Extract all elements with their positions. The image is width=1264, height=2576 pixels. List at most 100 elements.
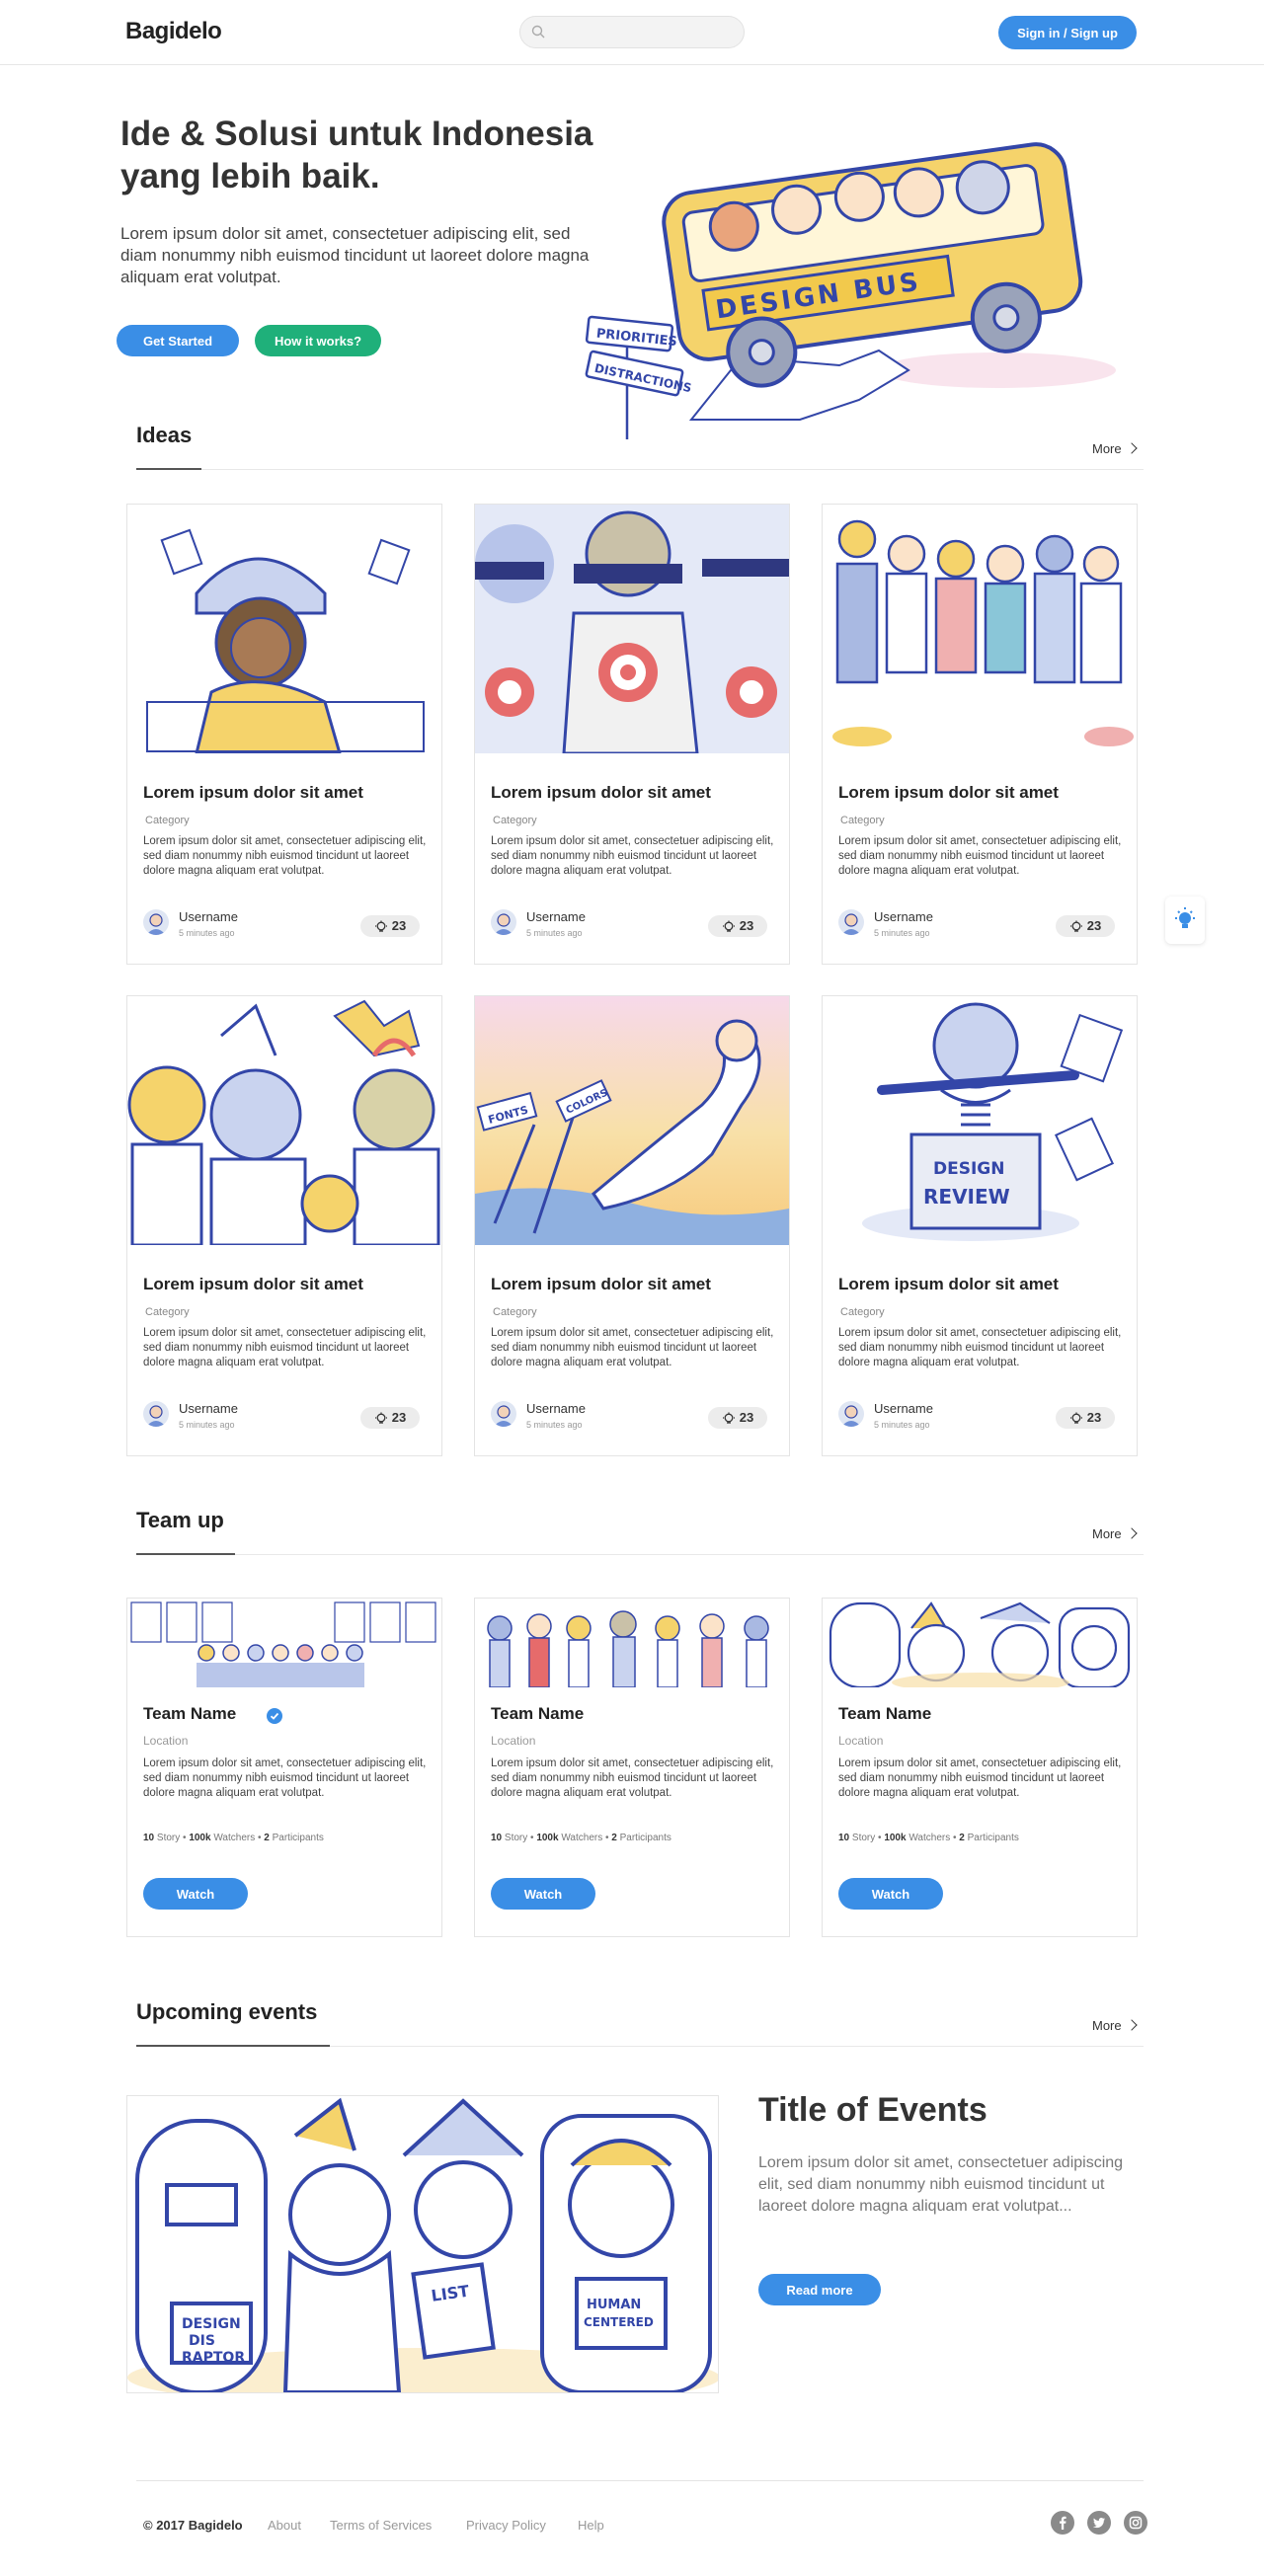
facebook-icon[interactable]	[1051, 2511, 1074, 2535]
svg-text:RAPTOR: RAPTOR	[182, 2350, 245, 2366]
events-title-underline	[136, 2045, 330, 2047]
like-button[interactable]: 23	[360, 1407, 420, 1429]
like-count: 23	[739, 1410, 754, 1426]
event-title[interactable]: Title of Events	[758, 2091, 988, 2130]
idea-card[interactable]: DESIGN REVIEW Lorem ipsum dolor sit amet …	[822, 995, 1138, 1456]
like-count: 23	[1086, 1410, 1102, 1426]
username[interactable]: Username	[526, 909, 586, 924]
read-more-button[interactable]: Read more	[758, 2274, 881, 2305]
signin-button[interactable]: Sign in / Sign up	[998, 16, 1137, 49]
lightbulb-icon	[374, 1412, 387, 1424]
idea-card-image	[127, 996, 441, 1245]
username[interactable]: Username	[179, 909, 238, 924]
like-button[interactable]: 23	[1056, 1407, 1115, 1429]
idea-card-category[interactable]: Category	[840, 815, 885, 826]
watch-button[interactable]: Watch	[143, 1878, 248, 1910]
idea-card-title[interactable]: Lorem ipsum dolor sit amet	[143, 783, 363, 803]
floating-idea-button[interactable]	[1165, 897, 1205, 944]
team-card-image	[823, 1599, 1137, 1687]
idea-card-category[interactable]: Category	[493, 815, 537, 826]
avatar[interactable]	[838, 909, 864, 935]
idea-card-title[interactable]: Lorem ipsum dolor sit amet	[491, 1275, 711, 1294]
twitter-icon[interactable]	[1087, 2511, 1111, 2535]
like-button[interactable]: 23	[1056, 915, 1115, 937]
like-button[interactable]: 23	[360, 915, 420, 937]
watch-button[interactable]: Watch	[491, 1878, 595, 1910]
idea-card-category[interactable]: Category	[145, 815, 190, 826]
post-time: 5 minutes ago	[874, 928, 930, 938]
team-card-image	[127, 1599, 441, 1687]
footer-link-privacy[interactable]: Privacy Policy	[466, 2518, 546, 2533]
instagram-icon[interactable]	[1124, 2511, 1147, 2535]
username[interactable]: Username	[874, 1401, 933, 1416]
logo[interactable]: Bagidelo	[125, 18, 222, 45]
idea-card[interactable]: Lorem ipsum dolor sit amet Category Lore…	[822, 504, 1138, 965]
avatar[interactable]	[143, 909, 169, 935]
lightbulb-icon	[374, 920, 387, 932]
post-time: 5 minutes ago	[179, 928, 235, 938]
username[interactable]: Username	[526, 1401, 586, 1416]
chevron-right-icon	[1125, 2019, 1138, 2031]
get-started-button[interactable]: Get Started	[117, 325, 239, 356]
svg-text:DESIGN: DESIGN	[933, 1159, 1004, 1179]
team-card[interactable]: Team Name Location Lorem ipsum dolor sit…	[474, 1598, 790, 1937]
idea-card[interactable]: Lorem ipsum dolor sit amet Category Lore…	[474, 504, 790, 965]
idea-card-title[interactable]: Lorem ipsum dolor sit amet	[491, 783, 711, 803]
idea-card-description: Lorem ipsum dolor sit amet, consectetuer…	[143, 1327, 427, 1368]
team-name[interactable]: Team Name	[838, 1704, 931, 1724]
more-label: More	[1092, 441, 1122, 456]
footer-link-terms[interactable]: Terms of Services	[330, 2518, 432, 2533]
team-card[interactable]: Team Name Location Lorem ipsum dolor sit…	[126, 1598, 442, 1937]
idea-card-title[interactable]: Lorem ipsum dolor sit amet	[838, 1275, 1059, 1294]
watchers-label: Watchers	[213, 1833, 256, 1843]
story-label: Story	[156, 1833, 181, 1843]
team-description: Lorem ipsum dolor sit amet, consectetuer…	[838, 1757, 1122, 1799]
idea-card-image: FONTS COLORS	[475, 996, 789, 1245]
avatar[interactable]	[143, 1401, 169, 1427]
team-stats: 10 Story • 100k Watchers • 2 Participant…	[491, 1833, 672, 1843]
idea-card-category[interactable]: Category	[493, 1306, 537, 1318]
search-input[interactable]	[552, 23, 735, 42]
like-count: 23	[391, 918, 407, 934]
ideas-more-link[interactable]: More	[1092, 441, 1138, 456]
team-card[interactable]: Team Name Location Lorem ipsum dolor sit…	[822, 1598, 1138, 1937]
idea-card-category[interactable]: Category	[145, 1306, 190, 1318]
how-it-works-button[interactable]: How it works?	[255, 325, 381, 356]
idea-card-title[interactable]: Lorem ipsum dolor sit amet	[143, 1275, 363, 1294]
like-button[interactable]: 23	[708, 915, 767, 937]
events-more-link[interactable]: More	[1092, 2018, 1138, 2033]
svg-text:DIS: DIS	[189, 2333, 215, 2349]
idea-card-title[interactable]: Lorem ipsum dolor sit amet	[838, 783, 1059, 803]
search-box[interactable]	[519, 16, 745, 48]
top-navbar: Bagidelo Sign in / Sign up	[0, 0, 1264, 65]
like-count: 23	[1086, 918, 1102, 934]
idea-card[interactable]: FONTS COLORS Lorem ipsum dolor sit amet C…	[474, 995, 790, 1456]
team-location: Location	[838, 1734, 884, 1748]
team-name[interactable]: Team Name	[143, 1704, 236, 1724]
watch-button[interactable]: Watch	[838, 1878, 943, 1910]
watchers-label: Watchers	[908, 1833, 951, 1843]
like-button[interactable]: 23	[708, 1407, 767, 1429]
event-image[interactable]: DESIGN DIS RAPTOR LIST HUMAN CENTERED	[126, 2095, 719, 2393]
username[interactable]: Username	[179, 1401, 238, 1416]
username[interactable]: Username	[874, 909, 933, 924]
avatar[interactable]	[491, 1401, 516, 1427]
idea-card-description: Lorem ipsum dolor sit amet, consectetuer…	[838, 835, 1122, 877]
avatar[interactable]	[491, 909, 516, 935]
event-description: Lorem ipsum dolor sit amet, consectetuer…	[758, 2154, 1124, 2215]
idea-card-category[interactable]: Category	[840, 1306, 885, 1318]
idea-card[interactable]: Lorem ipsum dolor sit amet Category Lore…	[126, 504, 442, 965]
footer-link-help[interactable]: Help	[578, 2518, 604, 2533]
participants-label: Participants	[619, 1833, 672, 1843]
story-count: 10	[143, 1833, 155, 1843]
team-location: Location	[491, 1734, 536, 1748]
idea-card[interactable]: Lorem ipsum dolor sit amet Category Lore…	[126, 995, 442, 1456]
like-count: 23	[391, 1410, 407, 1426]
ideas-divider	[136, 469, 1144, 470]
idea-card-description: Lorem ipsum dolor sit amet, consectetuer…	[491, 835, 774, 877]
team-name[interactable]: Team Name	[491, 1704, 584, 1724]
team-more-link[interactable]: More	[1092, 1526, 1138, 1541]
avatar[interactable]	[838, 1401, 864, 1427]
team-description: Lorem ipsum dolor sit amet, consectetuer…	[143, 1757, 427, 1799]
footer-link-about[interactable]: About	[268, 2518, 301, 2533]
